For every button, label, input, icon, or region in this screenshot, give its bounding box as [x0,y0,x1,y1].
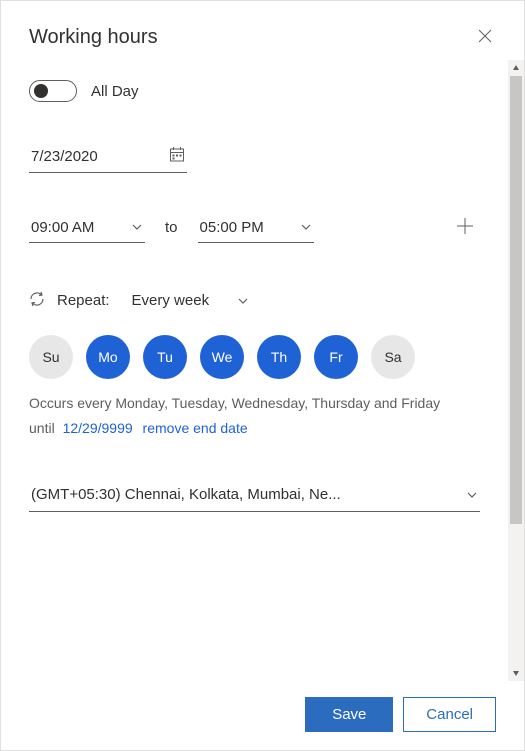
until-row: until 12/29/9999 remove end date [29,420,480,436]
add-time-button[interactable] [450,211,480,244]
days-row: Su Mo Tu We Th Fr Sa [29,335,480,379]
date-row: 7/23/2020 [29,140,480,173]
allday-row: All Day [29,80,480,102]
timezone-select[interactable]: (GMT+05:30) Chennai, Kolkata, Mumbai, Ne… [29,480,480,512]
dialog-content: All Day 7/23/2020 [1,60,508,681]
calendar-icon [169,146,185,166]
until-date[interactable]: 12/29/9999 [63,420,133,436]
repeat-row: Repeat: Every week [29,288,480,313]
day-chip-th[interactable]: Th [257,335,301,379]
occurrence-text: Occurs every Monday, Tuesday, Wednesday,… [29,393,480,414]
dialog-title: Working hours [29,26,158,49]
plus-icon [456,223,474,238]
day-chip-sa[interactable]: Sa [371,335,415,379]
time-row: 09:00 AM to 05:00 PM [29,211,480,244]
day-chip-tu[interactable]: Tu [143,335,187,379]
repeat-icon [29,291,45,310]
chevron-down-icon [300,221,312,233]
chevron-down-icon [466,489,478,501]
until-label: until [29,420,55,436]
day-chip-fr[interactable]: Fr [314,335,358,379]
cancel-button[interactable]: Cancel [403,697,496,732]
day-chip-su[interactable]: Su [29,335,73,379]
repeat-select[interactable]: Every week [130,288,252,313]
scroll-up-arrow[interactable] [508,60,524,76]
day-chip-we[interactable]: We [200,335,244,379]
close-button[interactable] [474,25,496,50]
toggle-knob [34,84,48,98]
date-value: 7/23/2020 [31,148,98,165]
scroll-down-arrow[interactable] [508,665,524,681]
to-label: to [165,219,178,236]
scroll-thumb[interactable] [510,76,522,524]
start-time-value: 09:00 AM [31,219,94,236]
chevron-down-icon [237,295,249,307]
remove-end-date-link[interactable]: remove end date [143,420,248,436]
working-hours-dialog: Working hours All Day 7/23/2020 [1,1,524,750]
allday-toggle[interactable] [29,80,77,102]
end-time-field[interactable]: 05:00 PM [198,213,314,243]
scroll-track[interactable] [508,76,524,665]
day-chip-mo[interactable]: Mo [86,335,130,379]
close-icon [478,29,492,46]
allday-label: All Day [91,83,139,100]
timezone-value: (GMT+05:30) Chennai, Kolkata, Mumbai, Ne… [31,486,341,503]
scrollbar[interactable] [508,60,524,681]
repeat-value: Every week [132,292,210,309]
dialog-footer: Save Cancel [1,681,524,750]
end-time-value: 05:00 PM [200,219,264,236]
save-button[interactable]: Save [305,697,393,732]
dialog-header: Working hours [1,1,524,60]
date-field[interactable]: 7/23/2020 [29,140,187,173]
chevron-down-icon [131,221,143,233]
start-time-field[interactable]: 09:00 AM [29,213,145,243]
repeat-label: Repeat: [57,292,110,309]
